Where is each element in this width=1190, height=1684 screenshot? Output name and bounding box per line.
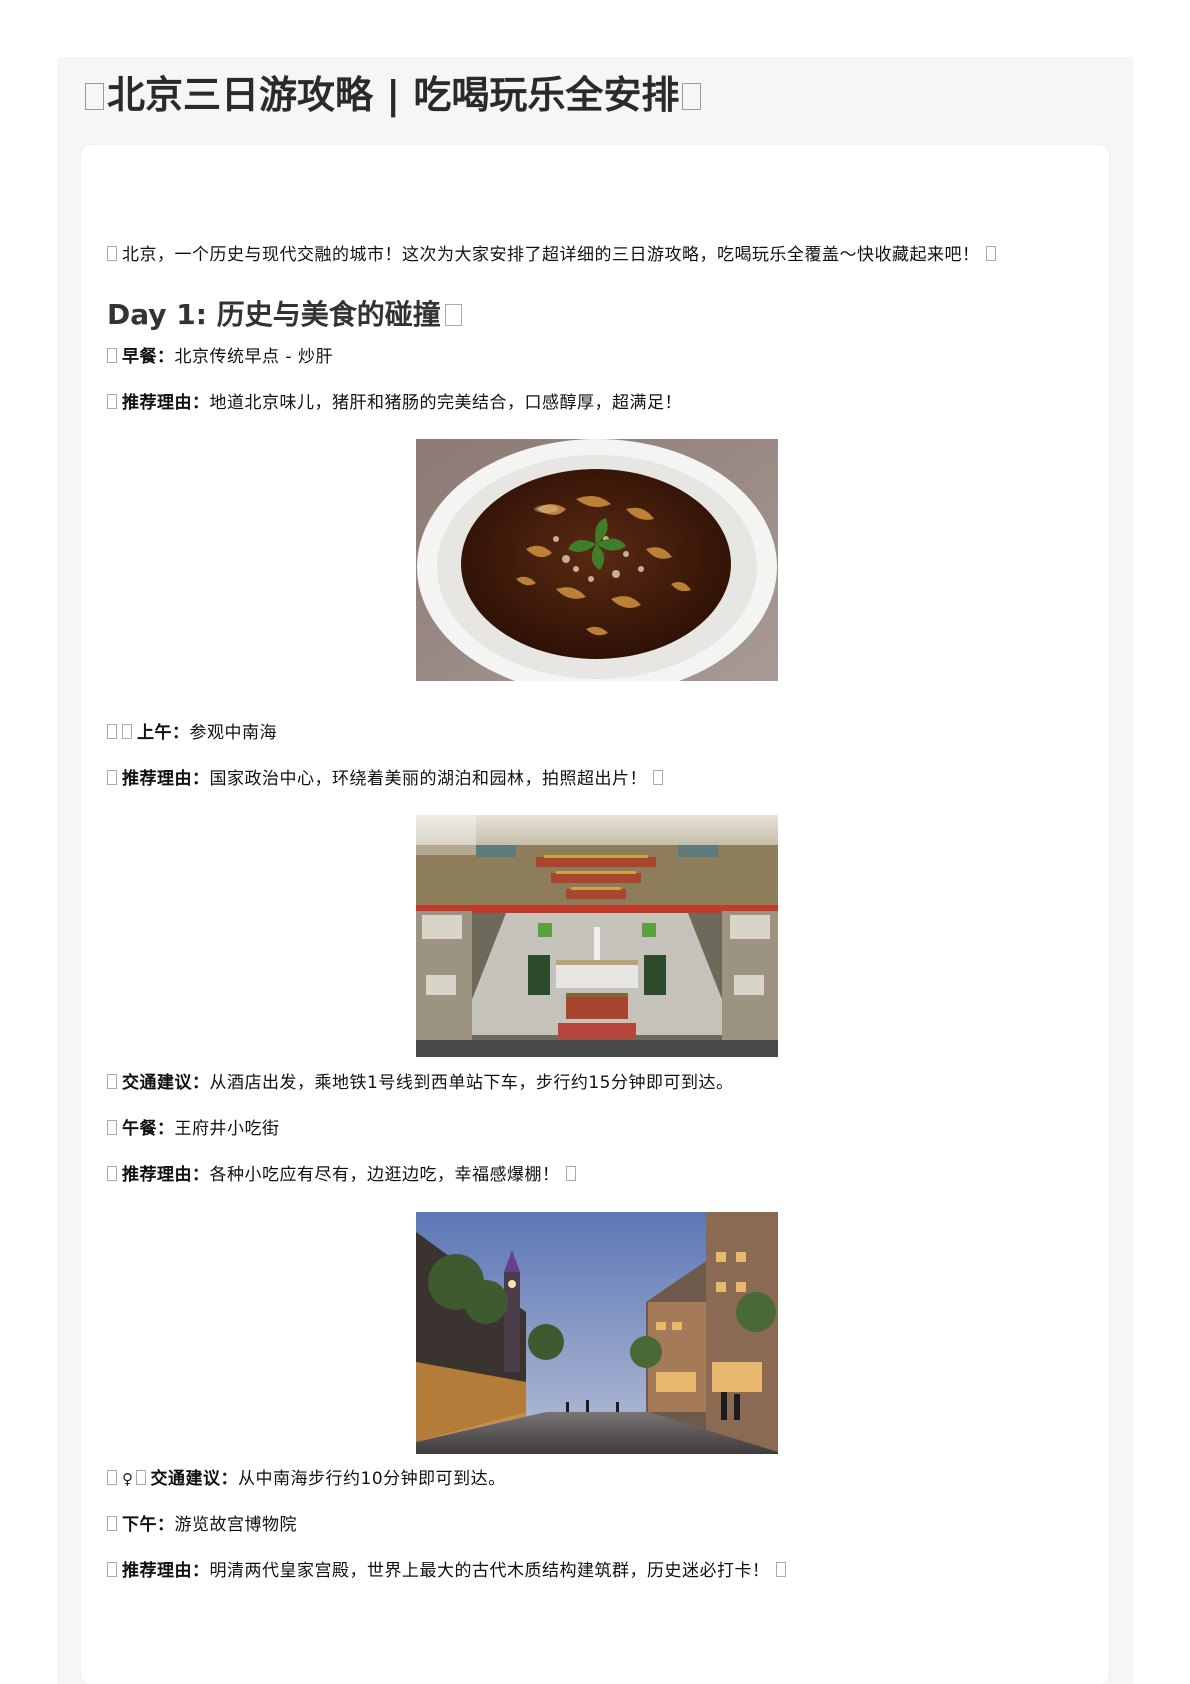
missing-glyph-icon bbox=[107, 246, 117, 261]
missing-glyph-icon bbox=[107, 394, 117, 409]
reason-label: 推荐理由： bbox=[122, 1561, 210, 1581]
missing-glyph-icon bbox=[107, 1470, 117, 1485]
reason-text: 明清两代皇家宫殿，世界上最大的古代木质结构建筑群，历史迷必打卡！ bbox=[209, 1561, 770, 1581]
missing-glyph-icon bbox=[135, 1470, 146, 1485]
missing-glyph-icon bbox=[653, 770, 663, 785]
content-card: 北京，一个历史与现代交融的城市！这次为大家安排了超详细的三日游攻略，吃喝玩乐全覆… bbox=[81, 145, 1109, 1684]
document-page: 北京三日游攻略 | 吃喝玩乐全安排 北京，一个历史与现代交融的城市！这次为大家安… bbox=[57, 57, 1133, 1684]
morning-reason-line: 推荐理由：国家政治中心，环绕着美丽的湖泊和园林，拍照超出片！ bbox=[107, 767, 663, 791]
breakfast-text: 北京传统早点 - 炒肝 bbox=[174, 347, 333, 367]
morning-line: 上午：参观中南海 bbox=[107, 721, 277, 745]
missing-glyph-icon bbox=[107, 1562, 117, 1577]
afternoon-line: 下午：游览故宫博物院 bbox=[107, 1513, 297, 1537]
breakfast-label: 早餐： bbox=[122, 347, 175, 367]
chaogan-soup-photo bbox=[416, 439, 778, 681]
missing-glyph-icon bbox=[107, 348, 117, 363]
transport-line-1: 交通建议：从酒店出发，乘地铁1号线到西单站下车，步行约15分钟即可到达。 bbox=[107, 1071, 733, 1095]
missing-glyph-icon bbox=[775, 1562, 786, 1577]
day1-heading: Day 1: 历史与美食的碰撞 bbox=[107, 295, 462, 335]
transport-text: 从酒店出发，乘地铁1号线到西单站下车，步行约15分钟即可到达。 bbox=[209, 1073, 734, 1093]
missing-glyph-icon bbox=[107, 1074, 117, 1089]
palace-aerial-photo bbox=[416, 815, 778, 1057]
breakfast-line: 早餐：北京传统早点 - 炒肝 bbox=[107, 345, 333, 369]
lunch-text: 王府井小吃街 bbox=[174, 1119, 280, 1139]
reason-label: 推荐理由： bbox=[122, 393, 210, 413]
transport-label: 交通建议： bbox=[150, 1469, 238, 1489]
page-title-text: 北京三日游攻略 | 吃喝玩乐全安排 bbox=[107, 73, 680, 117]
page-title: 北京三日游攻略 | 吃喝玩乐全安排 bbox=[85, 65, 702, 125]
lunch-line: 午餐：王府井小吃街 bbox=[107, 1117, 280, 1141]
transport-label: 交通建议： bbox=[122, 1073, 210, 1093]
lunch-label: 午餐： bbox=[122, 1119, 175, 1139]
missing-glyph-icon bbox=[122, 724, 132, 739]
missing-glyph-icon bbox=[107, 724, 117, 739]
afternoon-text: 游览故宫博物院 bbox=[174, 1515, 297, 1535]
missing-glyph-icon bbox=[444, 304, 462, 326]
breakfast-reason-line: 推荐理由：地道北京味儿，猪肝和猪肠的完美结合，口感醇厚，超满足！ bbox=[107, 391, 682, 415]
afternoon-reason-line: 推荐理由：明清两代皇家宫殿，世界上最大的古代木质结构建筑群，历史迷必打卡！ bbox=[107, 1559, 786, 1583]
morning-text: 参观中南海 bbox=[189, 723, 277, 743]
reason-text: 各种小吃应有尽有，边逛边吃，幸福感爆棚！ bbox=[209, 1165, 560, 1185]
missing-glyph-icon bbox=[107, 770, 117, 785]
morning-label: 上午： bbox=[137, 723, 190, 743]
wangfujing-street-photo bbox=[416, 1212, 778, 1454]
reason-text: 国家政治中心，环绕着美丽的湖泊和园林，拍照超出片！ bbox=[209, 769, 647, 789]
afternoon-label: 下午： bbox=[122, 1515, 175, 1535]
intro-text: 北京，一个历史与现代交融的城市！这次为大家安排了超详细的三日游攻略，吃喝玩乐全覆… bbox=[122, 245, 980, 265]
intro-paragraph: 北京，一个历史与现代交融的城市！这次为大家安排了超详细的三日游攻略，吃喝玩乐全覆… bbox=[107, 243, 996, 267]
day1-heading-text: Day 1: 历史与美食的碰撞 bbox=[107, 298, 441, 331]
missing-glyph-icon bbox=[85, 83, 104, 110]
reason-label: 推荐理由： bbox=[122, 1165, 210, 1185]
transport-text: 从中南海步行约10分钟即可到达。 bbox=[238, 1469, 506, 1489]
missing-glyph-icon bbox=[107, 1516, 117, 1531]
missing-glyph-icon bbox=[985, 246, 996, 261]
reason-text: 地道北京味儿，猪肝和猪肠的完美结合，口感醇厚，超满足！ bbox=[209, 393, 682, 413]
lunch-reason-line: 推荐理由：各种小吃应有尽有，边逛边吃，幸福感爆棚！ bbox=[107, 1163, 576, 1187]
transport-line-2: ♀ 交通建议：从中南海步行约10分钟即可到达。 bbox=[107, 1467, 506, 1491]
missing-glyph-icon bbox=[565, 1166, 576, 1181]
missing-glyph-icon bbox=[682, 83, 702, 110]
missing-glyph-icon bbox=[107, 1166, 117, 1181]
reason-label: 推荐理由： bbox=[122, 769, 210, 789]
missing-glyph-icon bbox=[107, 1120, 117, 1135]
walking-icon: ♀ bbox=[122, 1470, 134, 1488]
